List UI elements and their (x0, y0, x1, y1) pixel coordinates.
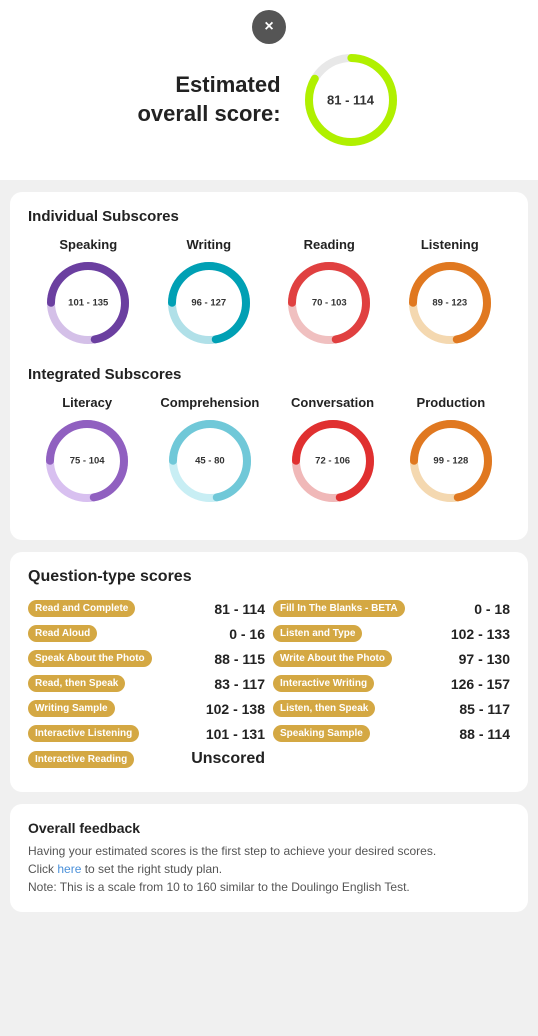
subscore-item: Conversation 72 - 106 (288, 395, 378, 506)
subscore-item: Reading 70 - 103 (284, 237, 374, 348)
subscore-item: Comprehension 45 - 80 (160, 395, 259, 506)
qt-tag: Read and Complete (28, 600, 135, 617)
subscore-item: Speaking 101 - 135 (43, 237, 133, 348)
feedback-title: Overall feedback (28, 820, 510, 836)
qt-row-pair: Read and Complete 81 - 114 Fill In The Bla… (28, 600, 510, 617)
qt-row: Listen, then Speak 85 - 117 (273, 700, 510, 717)
qt-row: Writing Sample 102 - 138 (28, 700, 265, 717)
qt-tag: Writing Sample (28, 700, 115, 717)
qt-tag: Write About the Photo (273, 650, 392, 667)
subscore-item-label: Literacy (62, 395, 112, 410)
header-title: Estimated overall score: (137, 71, 280, 128)
overall-score-label: 81 - 114 (327, 93, 374, 108)
qt-score: 0 - 16 (229, 626, 265, 642)
individual-subscores-title: Individual Subscores (28, 208, 510, 225)
qt-row: Fill In The Blanks - BETA 0 - 18 (273, 600, 510, 617)
subscore-item-label: Speaking (59, 237, 117, 252)
qt-title: Question-type scores (28, 568, 510, 586)
qt-tag: Listen, then Speak (273, 700, 375, 717)
subscore-ring: 99 - 128 (406, 416, 496, 506)
qt-row-pair: Interactive Listening 101 - 131 Speaking S… (28, 725, 510, 742)
subscore-ring: 45 - 80 (165, 416, 255, 506)
qt-row: Interactive Listening 101 - 131 (28, 725, 265, 742)
qt-row: Write About the Photo 97 - 130 (273, 650, 510, 667)
qt-score: 88 - 115 (214, 651, 265, 667)
qt-tag: Read Aloud (28, 625, 97, 642)
qt-score: Unscored (191, 750, 265, 768)
subscore-ring: 96 - 127 (164, 258, 254, 348)
individual-subscores-card: Individual Subscores Speaking 101 - 135 … (10, 192, 528, 540)
subscore-ring: 75 - 104 (42, 416, 132, 506)
overall-score-ring: 81 - 114 (301, 50, 401, 150)
qt-tag: Fill In The Blanks - BETA (273, 600, 405, 617)
subscore-item-label: Listening (421, 237, 479, 252)
qt-row: Speak About the Photo 88 - 115 (28, 650, 265, 667)
subscore-ring: 101 - 135 (43, 258, 133, 348)
qt-row: Read and Complete 81 - 114 (28, 600, 265, 617)
qt-score: 126 - 157 (451, 676, 510, 692)
qt-row-pair: Writing Sample 102 - 138 Listen, then Spea… (28, 700, 510, 717)
subscore-item-label: Comprehension (160, 395, 259, 410)
qt-scores-card: Question-type scores Read and Complete 81… (10, 552, 528, 792)
header-section: × Estimated overall score: 81 - 114 (0, 0, 538, 180)
qt-row: Read Aloud 0 - 16 (28, 625, 265, 642)
integrated-subscores-grid: Literacy 75 - 104 Comprehension 45 - 80 … (28, 395, 510, 506)
qt-row: Interactive Reading Unscored (28, 750, 265, 768)
qt-tag: Interactive Listening (28, 725, 139, 742)
close-button[interactable]: × (252, 10, 286, 44)
qt-score: 102 - 133 (451, 626, 510, 642)
qt-row-pair: Interactive Reading Unscored (28, 750, 510, 768)
subscore-item-label: Writing (186, 237, 231, 252)
qt-tag: Read, then Speak (28, 675, 125, 692)
qt-tag: Listen and Type (273, 625, 362, 642)
qt-row: Listen and Type 102 - 133 (273, 625, 510, 642)
qt-tag: Speaking Sample (273, 725, 370, 742)
subscore-item-label: Reading (304, 237, 355, 252)
feedback-section: Overall feedback Having your estimated s… (10, 804, 528, 912)
individual-subscores-grid: Speaking 101 - 135 Writing 96 - 127 Read… (28, 237, 510, 348)
qt-score: 97 - 130 (459, 651, 510, 667)
qt-score: 83 - 117 (214, 676, 265, 692)
qt-row-pair: Read, then Speak 83 - 117 Interactive Writ… (28, 675, 510, 692)
subscore-item: Production 99 - 128 (406, 395, 496, 506)
qt-score: 102 - 138 (206, 701, 265, 717)
qt-row-pair: Read Aloud 0 - 16 Listen and Type 102 - 133 (28, 625, 510, 642)
qt-tag: Interactive Reading (28, 751, 134, 768)
qt-tag: Interactive Writing (273, 675, 374, 692)
qt-row (273, 750, 510, 768)
subscore-ring: 70 - 103 (284, 258, 374, 348)
subscore-item: Literacy 75 - 104 (42, 395, 132, 506)
qt-row: Speaking Sample 88 - 114 (273, 725, 510, 742)
subscore-item: Listening 89 - 123 (405, 237, 495, 348)
integrated-subscores-title: Integrated Subscores (28, 366, 510, 383)
subscore-item-label: Conversation (291, 395, 374, 410)
page-wrapper: × Estimated overall score: 81 - 114 Indi… (0, 0, 538, 912)
subscore-item: Writing 96 - 127 (164, 237, 254, 348)
qt-row: Interactive Writing 126 - 157 (273, 675, 510, 692)
subscore-ring: 89 - 123 (405, 258, 495, 348)
qt-score: 0 - 18 (474, 601, 510, 617)
qt-score: 101 - 131 (206, 726, 265, 742)
subscore-item-label: Production (417, 395, 486, 410)
qt-row-pair: Speak About the Photo 88 - 115 Write About… (28, 650, 510, 667)
subscore-ring: 72 - 106 (288, 416, 378, 506)
qt-score: 88 - 114 (459, 726, 510, 742)
qt-score: 85 - 117 (459, 701, 510, 717)
feedback-body: Having your estimated scores is the firs… (28, 842, 510, 896)
qt-tag: Speak About the Photo (28, 650, 152, 667)
qt-rows: Read and Complete 81 - 114 Fill In The Bla… (28, 600, 510, 768)
feedback-link[interactable]: here (57, 862, 81, 876)
qt-score: 81 - 114 (214, 601, 265, 617)
qt-row: Read, then Speak 83 - 117 (28, 675, 265, 692)
